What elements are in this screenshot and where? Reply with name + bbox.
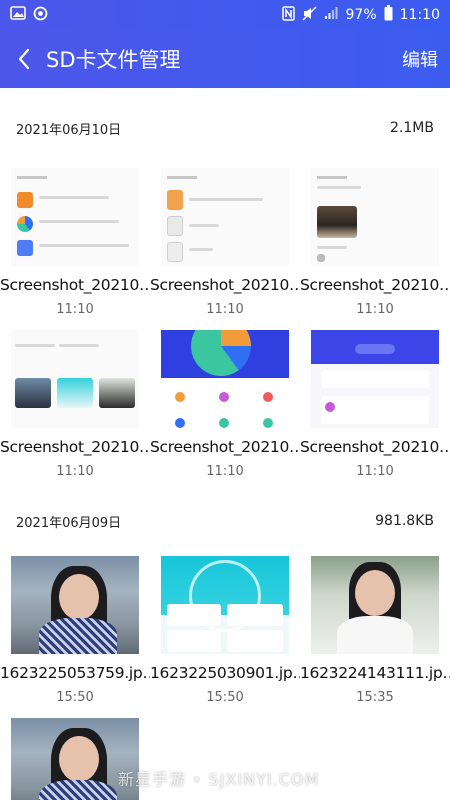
file-item[interactable]: Screenshot_20210… 11:10 <box>300 330 450 486</box>
file-item[interactable]: 1623225030901.jp… 15:50 <box>150 556 300 712</box>
file-name: Screenshot_20210… <box>150 438 300 456</box>
gallery-icon <box>10 6 26 24</box>
back-button[interactable] <box>4 30 44 88</box>
sync-icon <box>33 6 48 25</box>
file-time: 11:10 <box>356 464 394 479</box>
nfc-icon <box>281 5 295 25</box>
signal-icon <box>324 6 339 24</box>
file-name: Screenshot_20210… <box>300 276 450 294</box>
page-title: SD卡文件管理 <box>46 48 181 72</box>
file-item[interactable]: Screenshot_20210… 11:10 <box>0 168 150 324</box>
section-date: 2021年06月09日 <box>16 515 122 531</box>
file-thumbnail <box>161 330 289 428</box>
edit-button[interactable]: 编辑 <box>402 46 438 72</box>
battery-percent: 97% <box>345 7 377 23</box>
file-name: Screenshot_20210… <box>300 438 450 456</box>
file-thumbnail <box>161 168 289 266</box>
file-name: 1623224143111.jp… <box>300 664 450 682</box>
file-grid: Screenshot_20210… 11:10 Screenshot_20210… <box>0 168 450 486</box>
file-list[interactable]: 2021年06月10日 2.1MB Screenshot_20210… 11:1… <box>0 88 450 800</box>
watermark: 新星手游 • SJXINYI.COM <box>118 770 320 789</box>
file-time: 15:35 <box>356 690 394 705</box>
section-header-0610: 2021年06月10日 2.1MB <box>0 88 450 168</box>
file-name: 1623225030901.jp… <box>150 664 300 682</box>
file-thumbnail <box>11 168 139 266</box>
section-size: 981.8KB <box>375 513 434 529</box>
file-thumbnail <box>311 556 439 654</box>
app-bar: SD卡文件管理 编辑 <box>0 30 450 88</box>
status-bar: 97% 11:10 <box>0 0 450 30</box>
file-item[interactable]: Screenshot_20210… 11:10 <box>0 330 150 486</box>
file-grid: 1623225053759.jp… 15:50 1623225030901.jp… <box>0 556 450 800</box>
file-name: 1623225053759.jp… <box>0 664 150 682</box>
file-time: 15:50 <box>56 690 94 705</box>
file-thumbnail <box>311 168 439 266</box>
file-name: Screenshot_20210… <box>0 276 150 294</box>
file-name: Screenshot_20210… <box>0 438 150 456</box>
section-date: 2021年06月10日 <box>16 122 122 138</box>
file-thumbnail <box>161 556 289 654</box>
file-thumbnail <box>11 330 139 428</box>
clock: 11:10 <box>399 7 440 23</box>
battery-icon <box>384 5 393 25</box>
file-thumbnail <box>311 330 439 428</box>
file-time: 11:10 <box>206 464 244 479</box>
file-name: Screenshot_20210… <box>150 276 300 294</box>
mute-icon <box>302 6 317 25</box>
file-item[interactable]: Screenshot_20210… 11:10 <box>150 330 300 486</box>
file-time: 11:10 <box>56 464 94 479</box>
section-size: 2.1MB <box>390 120 434 136</box>
file-thumbnail <box>11 556 139 654</box>
file-item[interactable]: Screenshot_20210… 11:10 <box>300 168 450 324</box>
file-item[interactable]: 1623224143111.jp… 15:35 <box>300 556 450 712</box>
file-time: 15:50 <box>206 690 244 705</box>
chevron-left-icon <box>18 48 30 70</box>
file-time: 11:10 <box>56 302 94 317</box>
file-time: 11:10 <box>356 302 394 317</box>
section-header-0609: 2021年06月09日 981.8KB <box>0 486 450 556</box>
file-time: 11:10 <box>206 302 244 317</box>
file-item[interactable]: 1623225053759.jp… 15:50 <box>0 556 150 712</box>
file-item[interactable]: Screenshot_20210… 11:10 <box>150 168 300 324</box>
